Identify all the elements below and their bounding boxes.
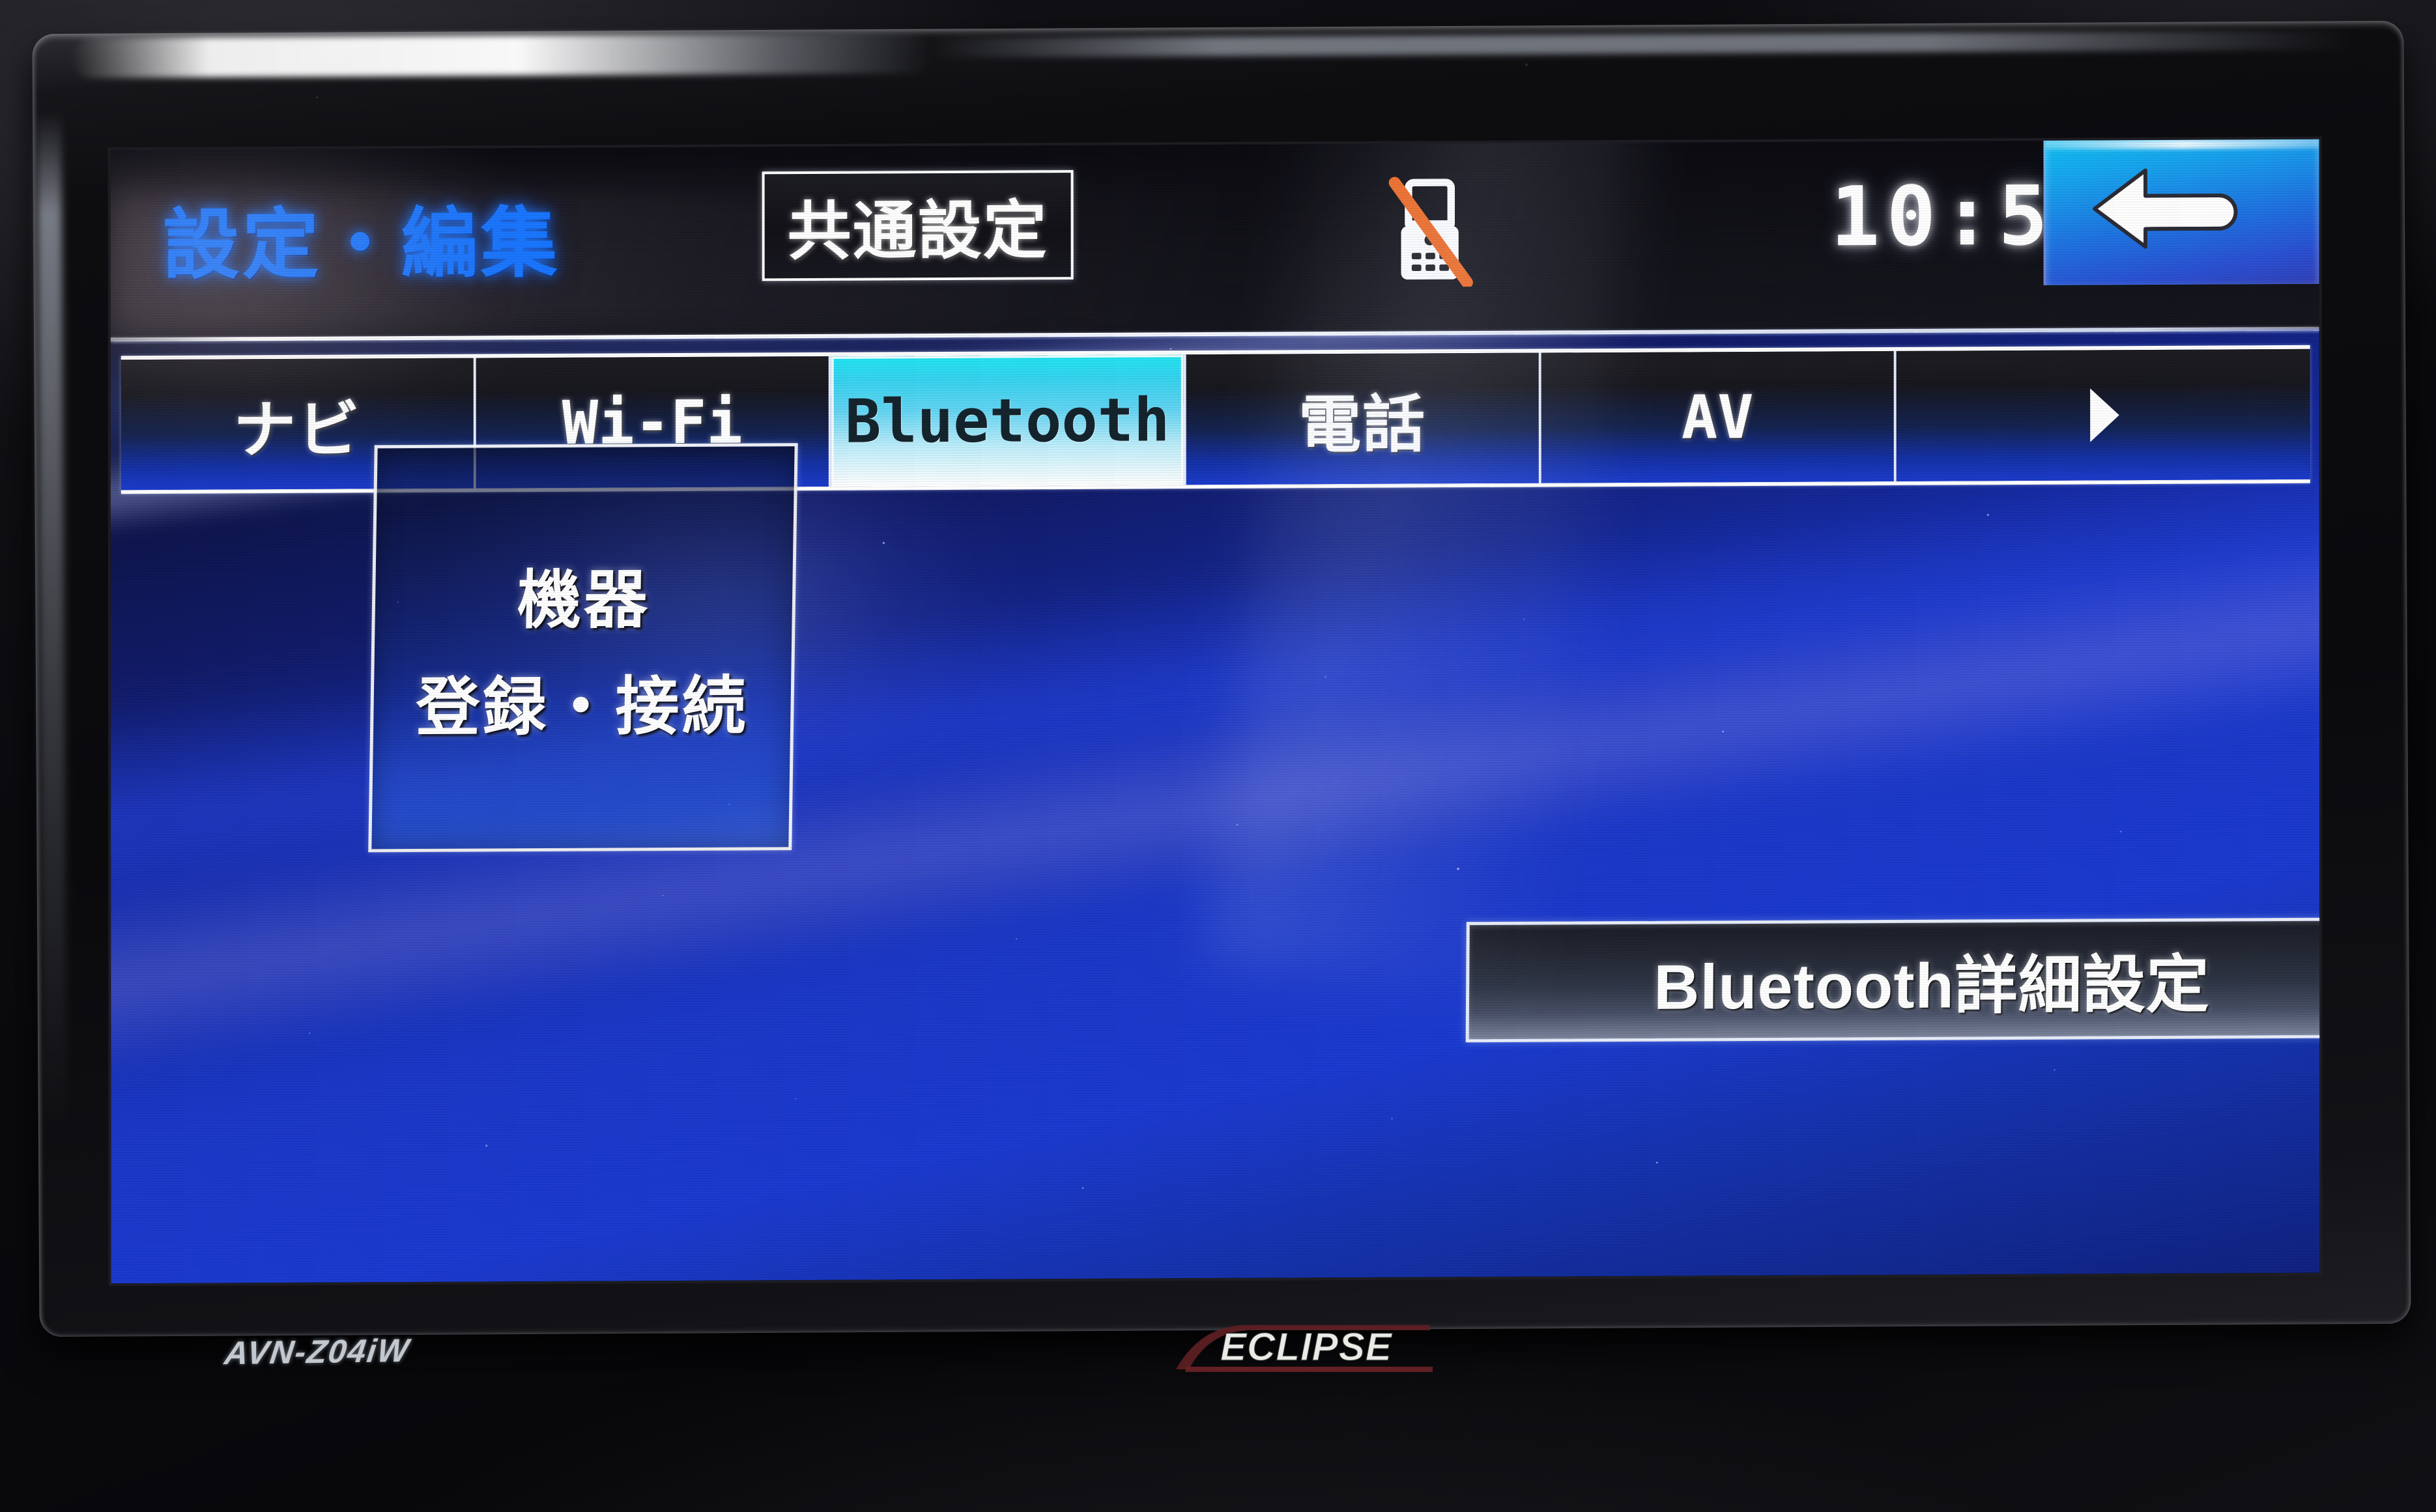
page-title: 設定・編集: [162, 200, 560, 289]
tab-av-label: AV: [1681, 382, 1754, 452]
back-button[interactable]: [2043, 139, 2319, 285]
device-button-line-2: 登録・接続: [415, 669, 749, 743]
tab-phone-label: 電話: [1298, 389, 1427, 460]
tab-av[interactable]: AV: [1541, 350, 1897, 483]
section-chip-label: 共通設定: [787, 194, 1048, 268]
tab-bluetooth[interactable]: Bluetooth: [831, 354, 1186, 487]
tab-nav-label: ナビ: [233, 394, 362, 465]
faceplate-top-highlight-right: [931, 30, 2352, 58]
tab-phone[interactable]: 電話: [1186, 352, 1541, 485]
tab-next-page-button[interactable]: [1896, 349, 2310, 481]
lcd-screen: 設定・編集 共通設定 10:58 ナビ Wi-Fi Bluetooth 電話 A…: [110, 139, 2320, 1284]
back-button-highlight: [2045, 139, 2319, 150]
svg-text:ECLIPSE: ECLIPSE: [1220, 1325, 1393, 1369]
eclipse-brand-logo: ECLIPSE: [1169, 1319, 1443, 1381]
back-arrow-icon: [2085, 160, 2280, 264]
device-button-line-1: 機器: [517, 563, 651, 636]
phone-disconnected-icon: [1381, 176, 1479, 287]
faceplate-left-highlight: [36, 111, 67, 1129]
screen-header-bar: 設定・編集 共通設定 10:58: [110, 139, 2319, 342]
tab-bluetooth-label: Bluetooth: [844, 384, 1170, 457]
bluetooth-advanced-settings-label: Bluetooth詳細設定: [1654, 949, 2211, 1023]
model-label: AVN-Z04iW: [222, 1332, 412, 1372]
chevron-right-icon: [2080, 384, 2126, 446]
device-register-connect-button[interactable]: 機器 登録・接続: [368, 443, 798, 853]
bluetooth-advanced-settings-button[interactable]: Bluetooth詳細設定: [1465, 917, 2320, 1043]
faceplate-top-highlight: [71, 33, 932, 78]
section-chip[interactable]: 共通設定: [762, 170, 1074, 281]
